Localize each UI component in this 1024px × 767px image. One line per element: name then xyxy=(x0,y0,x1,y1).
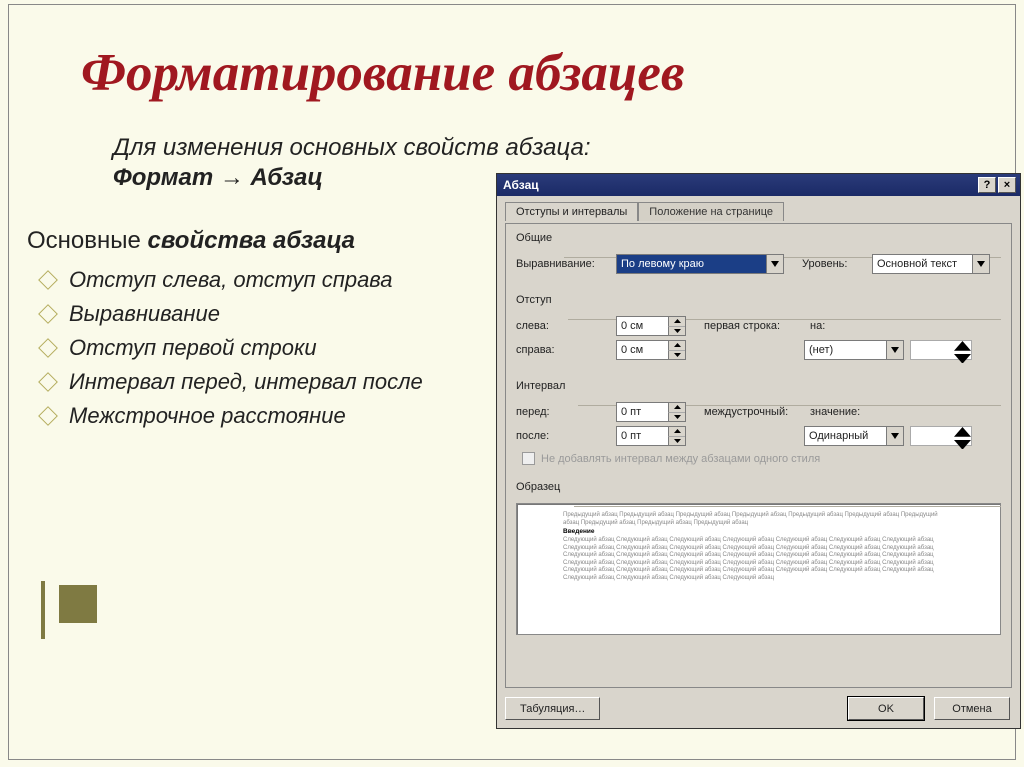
tabs-button[interactable]: Табуляция… xyxy=(505,697,600,720)
spin-up-icon[interactable] xyxy=(954,341,971,354)
label-value: значение: xyxy=(810,406,868,418)
spin-up-icon[interactable] xyxy=(668,427,685,437)
dropdown-icon[interactable] xyxy=(886,341,903,359)
group-interval: Интервал перед: 0 пт междустрочный: знач… xyxy=(516,380,1001,471)
diamond-icon xyxy=(38,407,58,427)
alignment-value: По левому краю xyxy=(621,258,704,270)
label-level: Уровень: xyxy=(802,258,872,270)
spin-down-icon[interactable] xyxy=(668,351,685,360)
label-linespace: междустрочный: xyxy=(704,406,804,418)
linespacing-value-spinner[interactable] xyxy=(910,426,972,446)
accent-line xyxy=(41,581,45,639)
label-right: справа: xyxy=(516,344,616,356)
bullet-item: Межстрочное расстояние xyxy=(41,399,423,433)
preview-box: Предыдущий абзац Предыдущий абзац Предыд… xyxy=(516,503,1001,635)
tabs: Отступы и интервалы Положение на страниц… xyxy=(505,202,1020,221)
subhead-text-a: Основные xyxy=(27,227,148,254)
no-space-label: Не добавлять интервал между абзацами одн… xyxy=(541,453,820,465)
bullet-text: Отступ первой строки xyxy=(69,331,317,365)
dialog-panel: Общие Выравнивание: По левому краю Урове… xyxy=(505,223,1012,688)
space-before-spinner[interactable]: 0 пт xyxy=(616,402,686,422)
label-first: первая строка: xyxy=(704,320,804,332)
tab-position[interactable]: Положение на странице xyxy=(638,202,784,221)
bullet-item: Интервал перед, интервал после xyxy=(41,365,423,399)
alignment-combo[interactable]: По левому краю xyxy=(616,254,784,274)
dropdown-icon[interactable] xyxy=(886,427,903,445)
space-after-value: 0 пт xyxy=(621,430,641,442)
dropdown-icon[interactable] xyxy=(766,255,783,273)
help-button[interactable]: ? xyxy=(978,177,996,193)
properties-subhead: Основные свойства абзаца xyxy=(27,227,355,255)
slide-frame: Форматирование абзацев Для изменения осн… xyxy=(8,4,1016,760)
spin-down-icon[interactable] xyxy=(668,327,685,336)
label-by: на: xyxy=(810,320,868,332)
level-combo[interactable]: Основной текст xyxy=(872,254,990,274)
bullet-item: Выравнивание xyxy=(41,297,423,331)
accent-square xyxy=(59,585,97,623)
bullet-list: Отступ слева, отступ справа Выравнивание… xyxy=(41,263,423,433)
group-indent-title: Отступ xyxy=(516,294,558,306)
linespacing-combo[interactable]: Одинарный xyxy=(804,426,904,446)
indent-left-value: 0 см xyxy=(621,320,643,332)
diamond-icon xyxy=(38,372,58,392)
dialog-title: Абзац xyxy=(503,178,539,192)
bullet-text: Отступ слева, отступ справа xyxy=(69,263,393,297)
label-align: Выравнивание: xyxy=(516,258,616,270)
cancel-button[interactable]: Отмена xyxy=(934,697,1010,720)
group-preview-title: Образец xyxy=(516,481,566,493)
indent-right-spinner[interactable]: 0 см xyxy=(616,340,686,360)
diamond-icon xyxy=(38,270,58,290)
indent-right-value: 0 см xyxy=(621,344,643,356)
label-left: слева: xyxy=(516,320,616,332)
spin-down-icon[interactable] xyxy=(954,440,971,453)
titlebar[interactable]: Абзац ? × xyxy=(497,174,1020,196)
dialog-buttons: Табуляция… OK Отмена xyxy=(505,697,1010,720)
slide-title: Форматирование абзацев xyxy=(81,43,685,103)
spin-up-icon[interactable] xyxy=(954,427,971,440)
firstline-value: (нет) xyxy=(809,344,833,356)
bullet-text: Межстрочное расстояние xyxy=(69,399,346,433)
close-button[interactable]: × xyxy=(998,177,1016,193)
group-general-title: Общие xyxy=(516,232,558,244)
bullet-text: Интервал перед, интервал после xyxy=(69,365,423,399)
group-interval-title: Интервал xyxy=(516,380,571,392)
tab-indents[interactable]: Отступы и интервалы xyxy=(505,202,638,221)
label-before: перед: xyxy=(516,406,616,418)
group-preview: Образец Предыдущий абзац Предыдущий абза… xyxy=(516,481,1001,641)
indent-left-spinner[interactable]: 0 см xyxy=(616,316,686,336)
subtitle-line1: Для изменения основных свойств абзаца: xyxy=(113,133,591,163)
space-before-value: 0 пт xyxy=(621,406,641,418)
diamond-icon xyxy=(38,338,58,358)
spin-down-icon[interactable] xyxy=(668,437,685,446)
linespacing-value: Одинарный xyxy=(809,430,868,442)
firstline-by-spinner[interactable] xyxy=(910,340,972,360)
no-space-checkbox[interactable] xyxy=(522,452,535,465)
space-after-spinner[interactable]: 0 пт xyxy=(616,426,686,446)
spin-down-icon[interactable] xyxy=(668,413,685,422)
group-indent: Отступ слева: 0 см первая строка: на: сп… xyxy=(516,294,1001,370)
spin-up-icon[interactable] xyxy=(668,403,685,413)
dropdown-icon[interactable] xyxy=(972,255,989,273)
bullet-item: Отступ первой строки xyxy=(41,331,423,365)
label-after: после: xyxy=(516,430,616,442)
subhead-text-b: свойства абзаца xyxy=(148,227,355,254)
group-general: Общие Выравнивание: По левому краю Урове… xyxy=(516,232,1001,284)
paragraph-dialog: Абзац ? × Отступы и интервалы Положение … xyxy=(496,173,1021,729)
firstline-combo[interactable]: (нет) xyxy=(804,340,904,360)
spin-up-icon[interactable] xyxy=(668,317,685,327)
spin-up-icon[interactable] xyxy=(668,341,685,351)
bullet-item: Отступ слева, отступ справа xyxy=(41,263,423,297)
spin-down-icon[interactable] xyxy=(954,354,971,367)
ok-button[interactable]: OK xyxy=(848,697,924,720)
no-space-checkbox-row: Не добавлять интервал между абзацами одн… xyxy=(522,452,1001,465)
diamond-icon xyxy=(38,304,58,324)
bullet-text: Выравнивание xyxy=(69,297,220,331)
level-value: Основной текст xyxy=(877,258,957,270)
